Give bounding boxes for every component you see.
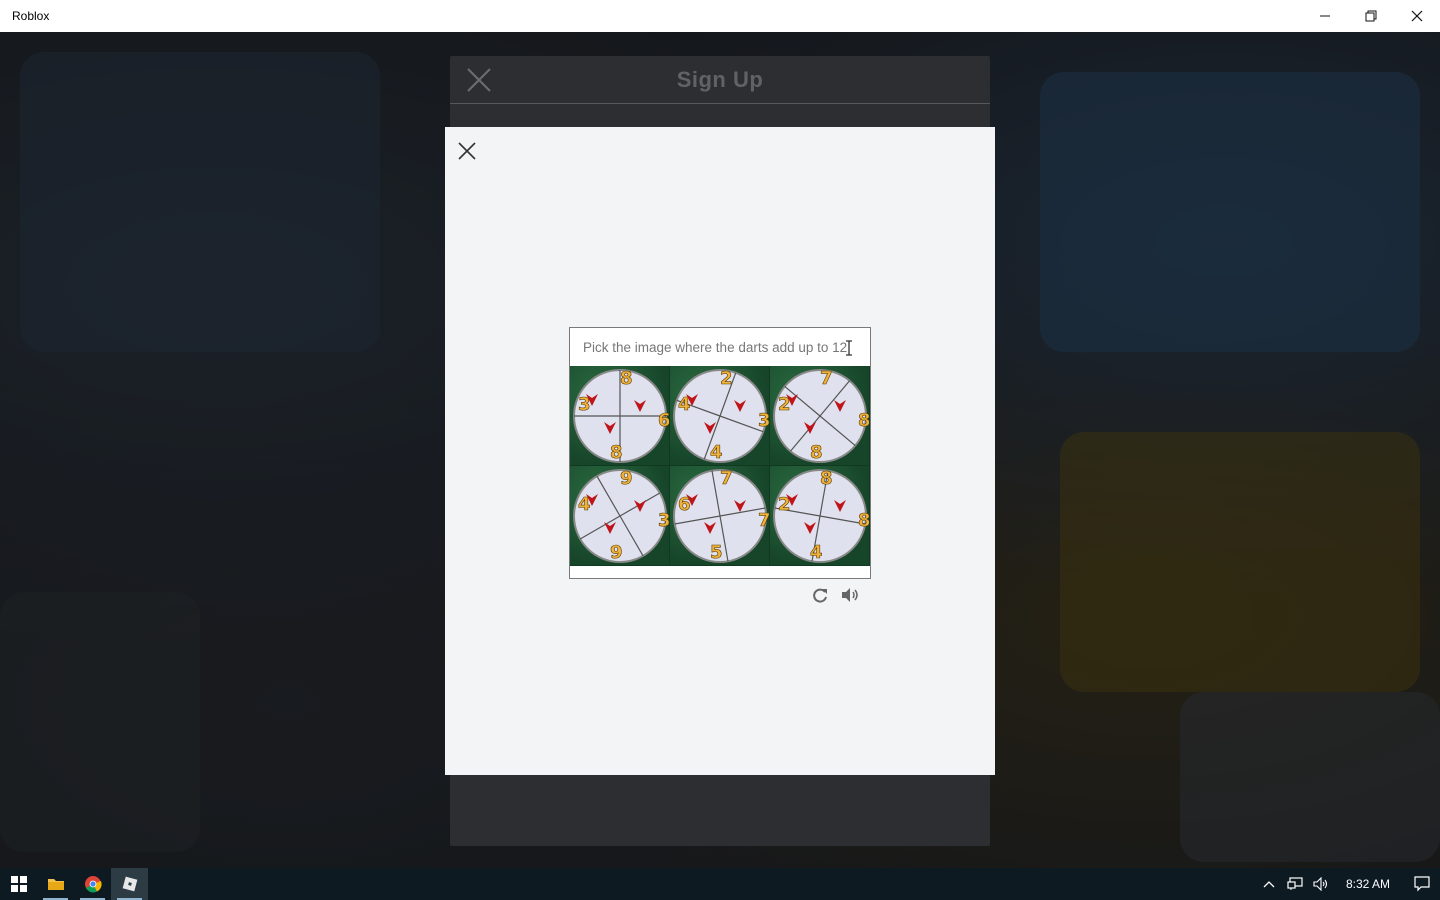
restore-icon <box>1365 10 1377 22</box>
dartboard-image: 2 4 3 4 <box>673 368 770 463</box>
captcha-tile[interactable]: 2 4 3 4 <box>670 366 770 466</box>
dart-number: 5 <box>710 542 723 563</box>
close-window-button[interactable] <box>1394 0 1440 32</box>
dart-number: 8 <box>610 442 623 463</box>
window-title: Roblox <box>12 9 50 23</box>
modal-close-button[interactable] <box>456 140 478 162</box>
dart-number: 4 <box>578 494 591 515</box>
captcha-image-grid: 8368 2434 7288 9439 7675 8284 <box>570 366 870 566</box>
captcha-widget: Pick the image where the darts add up to… <box>569 327 871 579</box>
roblox-icon <box>122 876 137 892</box>
dart-number: 4 <box>710 442 723 463</box>
dartboard-image: 7 6 7 5 <box>673 468 770 563</box>
captcha-prompt-text: Pick the image where the darts add up to… <box>583 339 848 355</box>
dart-number: 8 <box>810 442 823 463</box>
refresh-icon <box>813 588 827 603</box>
close-icon <box>458 142 476 160</box>
app-content: Sign Up Pick the image where the darts a… <box>0 32 1440 868</box>
notification-icon <box>1414 876 1430 892</box>
close-icon <box>467 68 491 92</box>
speaker-icon <box>842 588 858 602</box>
dartboard-image: 7 2 8 8 <box>773 368 870 463</box>
dart-number: 7 <box>720 468 733 489</box>
minimize-button[interactable] <box>1302 0 1348 32</box>
captcha-tools <box>810 585 860 605</box>
dart-number: 4 <box>810 542 823 563</box>
refresh-captcha-button[interactable] <box>810 585 830 605</box>
captcha-tile[interactable]: 8 3 6 8 <box>570 366 670 466</box>
captcha-tile[interactable]: 7 2 8 8 <box>770 366 870 466</box>
dart-number: 4 <box>678 394 691 415</box>
dart-number: 8 <box>858 510 870 531</box>
captcha-tile[interactable]: 7 6 7 5 <box>670 466 770 566</box>
captcha-tile[interactable]: 8 2 8 4 <box>770 466 870 566</box>
dart-number: 8 <box>820 468 833 489</box>
folder-icon <box>47 879 64 890</box>
signup-title: Sign Up <box>676 66 764 92</box>
restore-button[interactable] <box>1348 0 1394 32</box>
close-icon <box>1411 10 1423 22</box>
signup-header: Sign Up <box>450 56 990 104</box>
dart-number: 2 <box>720 368 733 389</box>
audio-captcha-button[interactable] <box>840 585 860 605</box>
taskbar-clock[interactable]: 8:32 AM <box>1336 877 1400 891</box>
window-titlebar: Roblox <box>0 0 1440 32</box>
taskbar-chrome[interactable] <box>74 868 111 900</box>
action-center-button[interactable] <box>1404 868 1440 900</box>
system-tray: 8:32 AM <box>1258 868 1440 900</box>
chevron-up-icon <box>1263 881 1275 888</box>
taskbar-roblox[interactable] <box>111 868 148 900</box>
dart-number: 3 <box>658 510 670 531</box>
dart-number: 3 <box>578 394 591 415</box>
captcha-tile[interactable]: 9 4 3 9 <box>570 466 670 566</box>
windows-logo-icon <box>10 876 27 892</box>
dart-number: 9 <box>610 542 623 563</box>
dart-number: 2 <box>778 394 791 415</box>
network-icon <box>1287 877 1303 890</box>
dart-number: 8 <box>858 410 870 431</box>
show-hidden-icons-button[interactable] <box>1258 868 1280 900</box>
signup-close-button[interactable] <box>466 67 492 93</box>
minimize-icon <box>1320 15 1330 17</box>
dartboard-image: 8 2 8 4 <box>773 468 870 563</box>
taskbar: 8:32 AM <box>0 868 1440 900</box>
chrome-icon <box>84 876 102 893</box>
captcha-modal: Pick the image where the darts add up to… <box>445 127 995 775</box>
dart-number: 9 <box>620 468 633 489</box>
dart-number: 3 <box>758 410 770 431</box>
dartboard-image: 8 3 6 8 <box>573 368 670 463</box>
captcha-prompt: Pick the image where the darts add up to… <box>570 328 870 366</box>
dart-number: 8 <box>620 368 633 389</box>
volume-tray-button[interactable] <box>1310 868 1332 900</box>
dartboard-image: 9 4 3 9 <box>573 468 670 563</box>
start-button[interactable] <box>0 868 37 900</box>
volume-icon <box>1313 877 1328 891</box>
dart-number: 7 <box>758 510 770 531</box>
dart-number: 6 <box>678 494 691 515</box>
dart-number: 6 <box>658 410 670 431</box>
dart-number: 7 <box>820 368 833 389</box>
dart-number: 2 <box>778 494 791 515</box>
taskbar-file-explorer[interactable] <box>37 868 74 900</box>
text-cursor-icon <box>846 340 852 356</box>
network-tray-button[interactable] <box>1284 868 1306 900</box>
